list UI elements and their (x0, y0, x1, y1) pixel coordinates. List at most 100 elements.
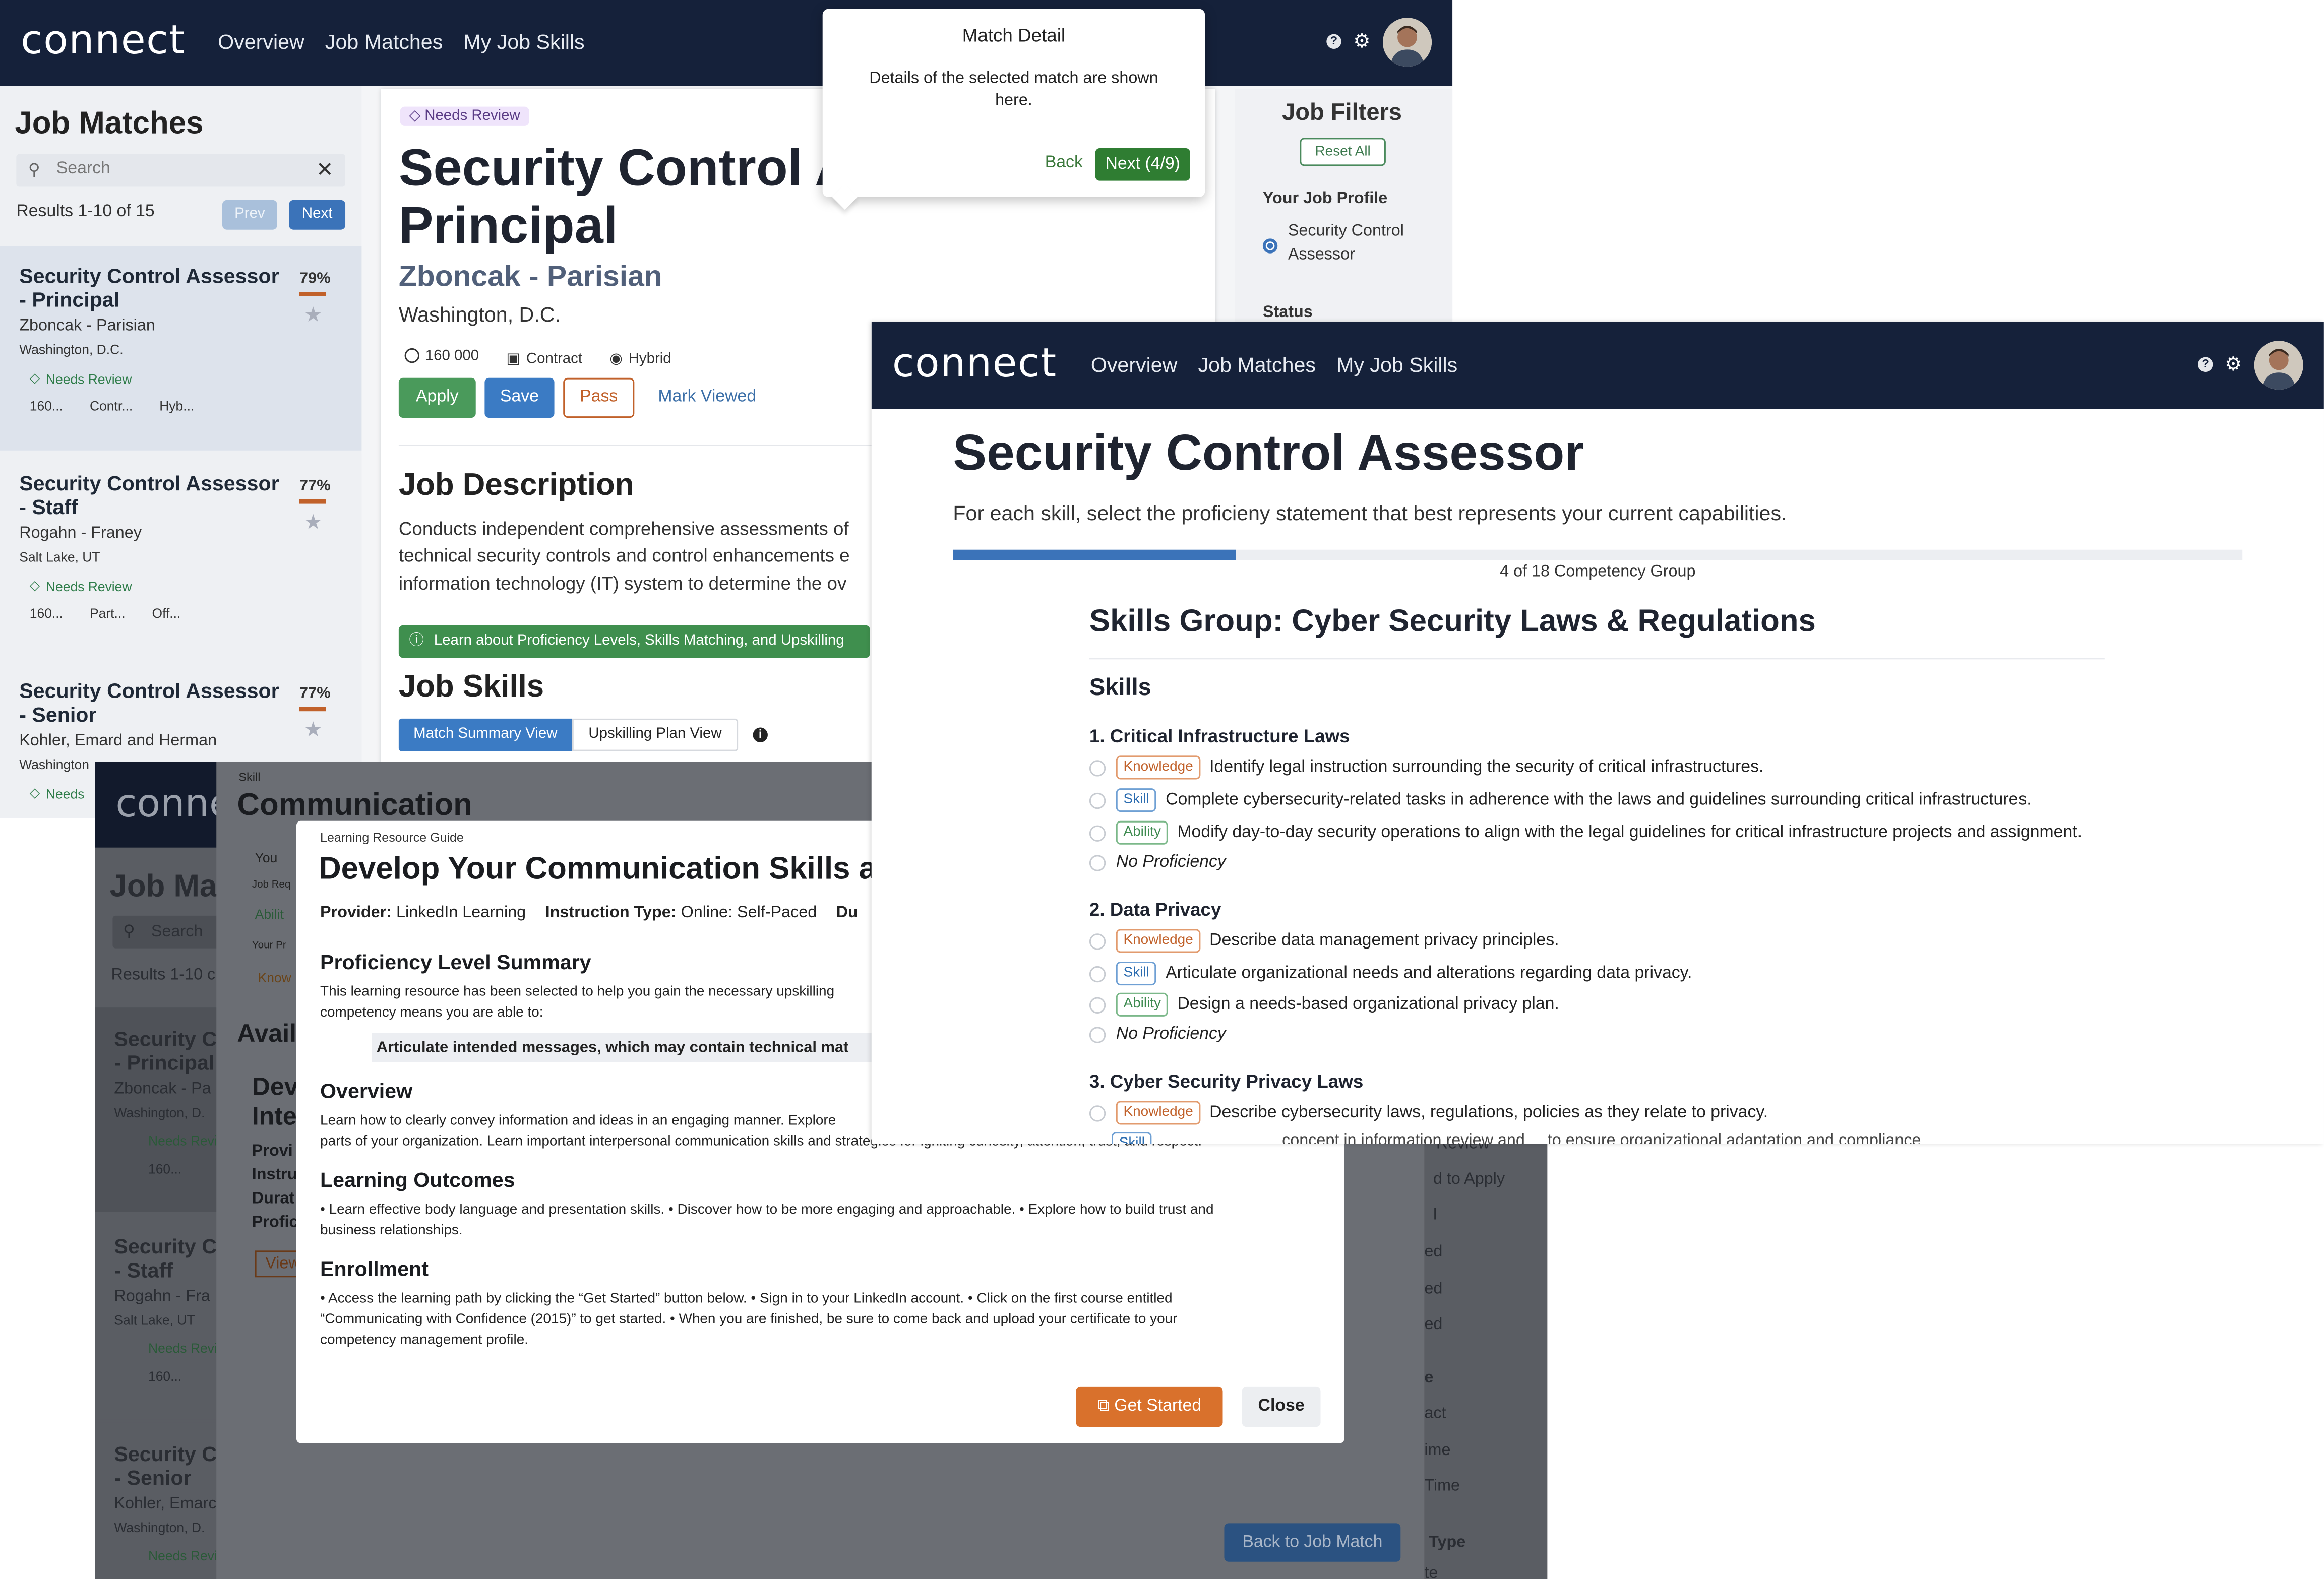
dim-card-salary: 160... (148, 1369, 182, 1384)
match-bar (299, 292, 326, 296)
search-placeholder: Search (56, 160, 110, 178)
mark-viewed-link[interactable]: Mark Viewed (658, 388, 756, 406)
skill-label: Skill (1116, 962, 1157, 986)
dim-card-location: Washington, D. (114, 1105, 205, 1120)
dim-ability: Abilit (255, 907, 284, 922)
learn-banner[interactable]: ⓘ Learn about Proficiency Levels, Skills… (398, 625, 870, 658)
dim-card-title: Security C (114, 1027, 217, 1051)
pass-button[interactable]: Pass (563, 377, 635, 418)
enrollment-line: competency management profile. (320, 1332, 529, 1349)
competency-progress-bar (953, 549, 2243, 560)
enrollment-line: “Communicating with Confidence (2015)” t… (320, 1311, 1178, 1328)
logo[interactable]: connect (21, 18, 186, 64)
proficiency-option-ability[interactable]: Ability Design a needs-based organizatio… (1089, 992, 1559, 1017)
dim-fragment: ed (1424, 1315, 1443, 1334)
radio-button[interactable] (1089, 965, 1106, 982)
status-badge-label: Needs Review (424, 108, 520, 124)
dim-fragment: ed (1424, 1280, 1443, 1298)
gear-icon[interactable]: ⚙ (1353, 31, 1370, 50)
dim-card-title: Security C (114, 1234, 217, 1258)
dim-fragment: te (1424, 1564, 1438, 1580)
job-card-location: Washington, D.C. (19, 342, 124, 357)
avatar[interactable] (1383, 18, 1432, 67)
profile-radio[interactable] (1262, 238, 1278, 254)
company-name: Zboncak - Parisian (398, 261, 662, 294)
back-to-job-match-button[interactable]: Back to Job Match (1224, 1523, 1401, 1562)
dim-proficiency: Profic (252, 1213, 298, 1232)
radio-button[interactable] (1089, 1104, 1106, 1121)
close-button[interactable]: Close (1242, 1386, 1321, 1427)
divider (1089, 658, 2105, 660)
proficiency-option-knowledge[interactable]: Knowledge Describe cybersecurity laws, r… (1089, 1101, 1768, 1125)
radio-button[interactable] (1089, 1026, 1106, 1043)
search-input[interactable]: ⚲ Search ✕ (16, 154, 346, 187)
job-card[interactable]: Security Control Assessor - Principal Zb… (0, 246, 362, 451)
enrollment-heading: Enrollment (320, 1256, 429, 1281)
proficiency-option-none[interactable]: No Proficiency (1089, 1025, 1226, 1043)
salary-value: 160... (29, 398, 64, 414)
profile-option: Security Control (1288, 222, 1404, 240)
radio-button[interactable] (1089, 825, 1106, 841)
job-title: Security Control A (398, 139, 852, 198)
radio-button[interactable] (1089, 932, 1106, 950)
gear-icon[interactable]: ⚙ (2225, 354, 2242, 373)
proficiency-option-knowledge[interactable]: Knowledge Describe data management priva… (1089, 929, 1559, 953)
help-icon[interactable]: ? (1326, 34, 1341, 49)
status-badge-label: Needs Review (45, 579, 132, 594)
nav-my-job-skills[interactable]: My Job Skills (463, 30, 584, 53)
proficiency-option-skill[interactable]: Skill Articulate organizational needs an… (1089, 962, 1692, 986)
modal-title: Develop Your Communication Skills ar (319, 852, 889, 887)
get-started-button[interactable]: ⧉ Get Started (1076, 1386, 1223, 1427)
reset-all-button[interactable]: Reset All (1300, 138, 1386, 166)
description-line: information technology (IT) system to de… (398, 573, 847, 594)
overview-heading: Overview (320, 1079, 413, 1103)
prev-button[interactable]: Prev (222, 200, 277, 230)
status-badge-label: Needs (45, 786, 85, 801)
save-button[interactable]: Save (484, 377, 555, 418)
tab-match-summary[interactable]: Match Summary View (398, 718, 572, 751)
main-nav: Overview Job Matches My Job Skills (218, 30, 584, 53)
page-title: Job Matches (15, 106, 204, 141)
tooltip-next-button[interactable]: Next (4/9) (1095, 148, 1190, 181)
radio-button[interactable] (1089, 854, 1106, 871)
help-icon[interactable]: ? (2198, 357, 2213, 372)
profile-heading: Your Job Profile (1262, 189, 1388, 208)
proficiency-statement: Describe data management privacy princip… (1209, 932, 1559, 950)
nav-job-matches[interactable]: Job Matches (1198, 353, 1316, 376)
star-icon[interactable]: ★ (304, 510, 323, 535)
salary-chip: 160 000 (404, 347, 479, 364)
proficiency-option-skill[interactable]: Skill Complete cybersecurity-related tas… (1089, 788, 2032, 812)
dim-card-company: Zboncak - Pa (114, 1080, 211, 1098)
avatar[interactable] (2254, 341, 2303, 390)
knowledge-label: Knowledge (1116, 1101, 1201, 1125)
logo[interactable]: connect (892, 341, 1057, 387)
status-badge: ◇ Needs Review (30, 578, 132, 594)
nav-job-matches[interactable]: Job Matches (325, 30, 443, 53)
nav-my-job-skills[interactable]: My Job Skills (1336, 353, 1457, 376)
nav-overview[interactable]: Overview (1091, 353, 1178, 376)
close-icon[interactable]: ✕ (316, 157, 333, 182)
job-card[interactable]: Security Control Assessor - Staff Rogahn… (0, 453, 362, 658)
radio-button[interactable] (1089, 759, 1106, 776)
star-icon[interactable]: ★ (304, 302, 323, 328)
proficiency-option-none[interactable]: No Proficiency (1089, 853, 1226, 871)
radio-button[interactable] (1089, 792, 1106, 808)
nav-overview[interactable]: Overview (218, 30, 304, 53)
radio-button[interactable] (1089, 996, 1106, 1013)
dim-card-location: Salt Lake, UT (114, 1312, 195, 1328)
dim-card-company: Rogahn - Fra (114, 1287, 210, 1306)
proficiency-option-ability[interactable]: Ability Modify day-to-day security opera… (1089, 820, 2082, 845)
tab-upskilling-plan[interactable]: Upskilling Plan View (572, 718, 739, 751)
top-navbar: connect Overview Job Matches My Job Skil… (871, 321, 2324, 409)
info-icon[interactable]: i (753, 727, 768, 742)
cut-off-text: concept in information review and ... to… (1282, 1132, 1921, 1144)
star-icon[interactable]: ★ (304, 717, 323, 742)
job-card-meta: 160... Contr... Hyb... (30, 399, 195, 413)
proficiency-option-knowledge[interactable]: Knowledge Identify legal instruction sur… (1089, 755, 1763, 780)
tooltip-back-link[interactable]: Back (1045, 154, 1083, 172)
contract-value: Contr... (89, 398, 133, 414)
status-badge: ◇ Needs Review (30, 370, 132, 387)
apply-button[interactable]: Apply (398, 377, 476, 418)
job-card-title-suffix: - Senior (19, 702, 97, 726)
next-button[interactable]: Next (289, 200, 346, 230)
